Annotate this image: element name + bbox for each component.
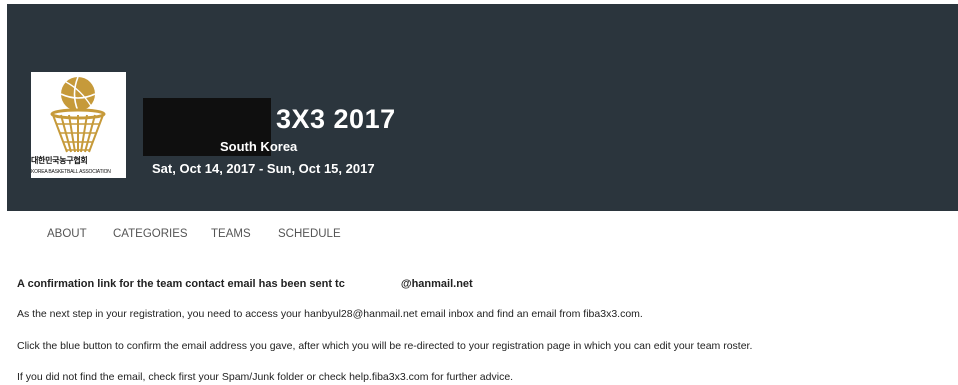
confirmation-prefix: A confirmation link for the team contact… (17, 278, 345, 290)
kba-logo: 대한민국농구협회 KOREA BASKETBALL ASSOCIATION (31, 72, 126, 178)
basketball-net-icon (50, 76, 106, 153)
instruction-line-2: Click the blue button to confirm the ema… (17, 340, 753, 352)
tab-teams[interactable]: TEAMS (211, 224, 251, 244)
tab-about[interactable]: ABOUT (47, 224, 87, 244)
tab-schedule[interactable]: SCHEDULE (278, 224, 341, 244)
confirmation-suffix: @hanmail.net (400, 278, 473, 290)
logo-korean-text: 대한민국농구협회 (31, 156, 88, 165)
logo-english-text: KOREA BASKETBALL ASSOCIATION (31, 169, 111, 175)
event-dates: Sat, Oct 14, 2017 - Sun, Oct 15, 2017 (152, 161, 375, 176)
tab-categories[interactable]: CATEGORIES (113, 224, 188, 244)
instruction-line-1: As the next step in your registration, y… (17, 308, 643, 320)
instruction-line-3: If you did not find the email, check fir… (17, 371, 514, 383)
confirmation-heading: A confirmation link for the team contact… (17, 276, 473, 292)
event-country: South Korea (220, 139, 298, 154)
event-title: 3X3 2017 (276, 104, 396, 134)
